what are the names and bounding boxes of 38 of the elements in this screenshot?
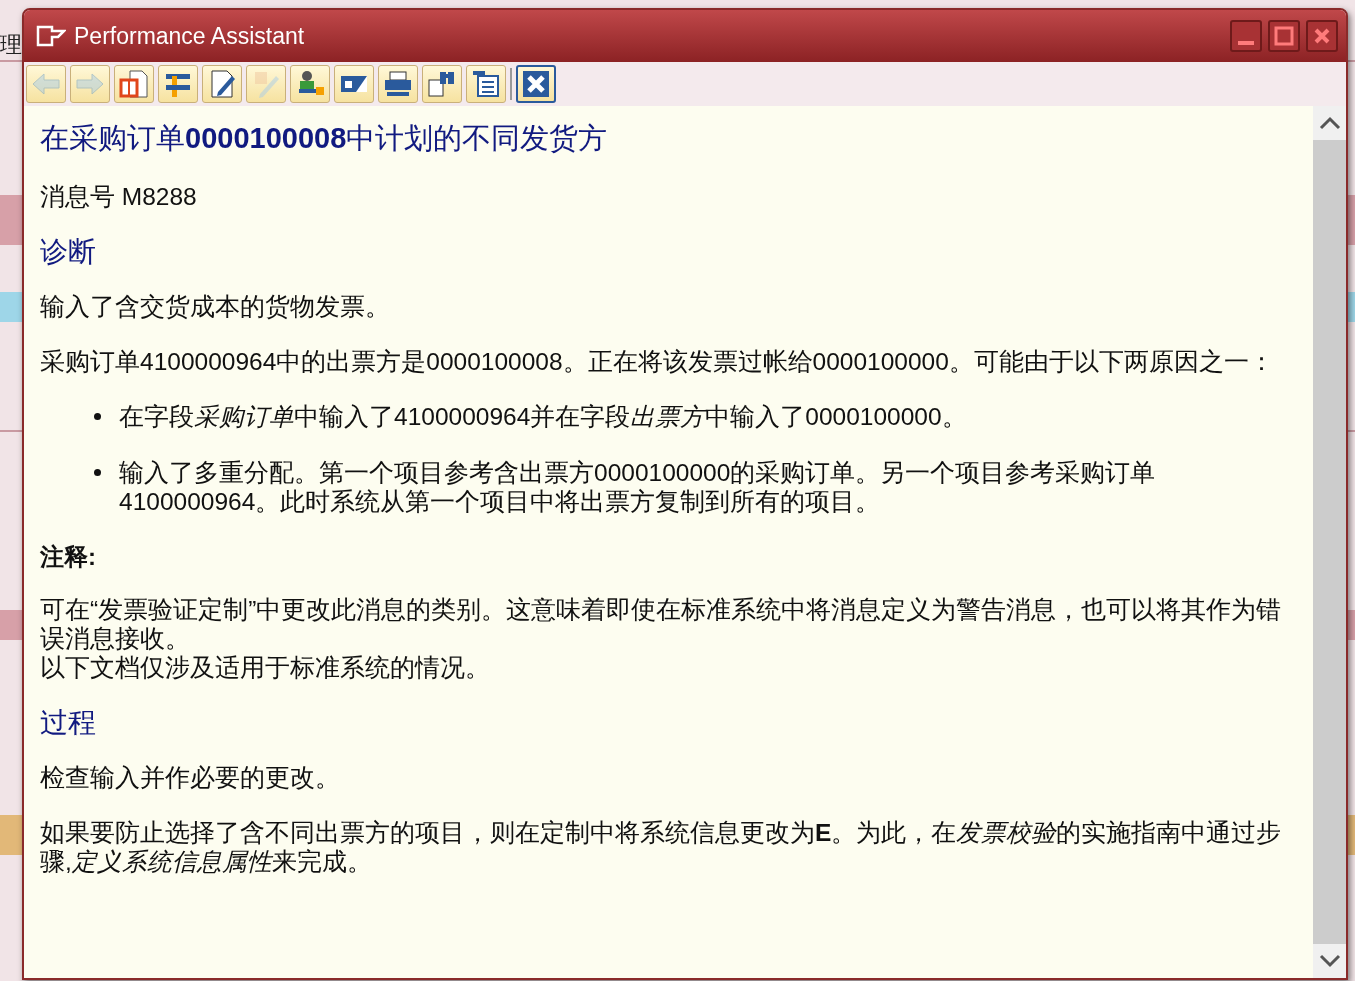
paragraph-text: 可在“发票验证定制”中更改此消息的类别。这意味着即使在标准系统中将消息定义为警告消息，也可以将其作为错误消息接收。 (40, 595, 1283, 653)
scroll-down-icon[interactable] (1318, 954, 1341, 968)
bullet-text: 输入了多重分配。第一个项目参考含出票方0000100000的采购订单。另一个项目参考采购订单4100000964。此时系统从第一个项目中将出票方复制到所有的项目。 (119, 458, 1157, 516)
toolbar-button[interactable] (290, 65, 330, 103)
book-icon (118, 68, 150, 100)
close-icon (520, 68, 552, 100)
note-heading: 注释: (40, 542, 97, 571)
toolbar-button[interactable] (334, 65, 374, 103)
maximize-icon (1273, 25, 1295, 47)
bullet-text: 在字段采购订单中输入了4100000964并在字段出票方中输入了0000100000。 (119, 402, 968, 431)
section-heading: 过程 (40, 708, 97, 737)
maximize-button[interactable] (1268, 20, 1300, 52)
paragraph-text: 采购订单4100000964中的出票方是0000100008。正在将该发票过帐给0000100000。可能由于以下两原因之一： (40, 347, 1275, 376)
section-heading: 诊断 (40, 237, 97, 266)
document-list-icon (470, 68, 502, 100)
bullet-icon (94, 469, 101, 476)
minimize-button[interactable] (1230, 20, 1262, 52)
paragraph-text: 消息号 M8288 (40, 182, 198, 211)
document-title: 在采购订单0000100008中计划的不同发货方 (40, 121, 609, 156)
toolbar-button[interactable] (114, 65, 154, 103)
bullet-icon (94, 413, 101, 420)
toolbar-button[interactable] (378, 65, 418, 103)
close-button[interactable] (1306, 20, 1338, 52)
scrollbar[interactable] (1313, 106, 1346, 978)
window-title: Performance Assistant (74, 22, 305, 50)
toolbar-button[interactable] (158, 65, 198, 103)
toolbar-button[interactable] (466, 65, 506, 103)
minimize-icon (1238, 41, 1254, 45)
background-text: 理 (0, 31, 22, 59)
paragraph-text: 输入了含交货成本的货物发票。 (40, 292, 391, 321)
toolbar-button[interactable] (202, 65, 242, 103)
paragraph-text: 如果要防止选择了含不同出票方的项目，则在定制中将系统信息更改为E。为此，在发票校验的实施指南中通过步骤,定义系统信息属性来完成。 (40, 818, 1283, 876)
window-icon (36, 25, 66, 47)
paragraph-text: 以下文档仅涉及适用于标准系统的情况。 (40, 653, 491, 682)
scroll-up-icon[interactable] (1318, 116, 1341, 130)
toolbar-button[interactable] (516, 65, 556, 103)
paragraph-text: 检查输入并作必要的更改。 (40, 763, 341, 792)
toolbar-button[interactable] (422, 65, 462, 103)
